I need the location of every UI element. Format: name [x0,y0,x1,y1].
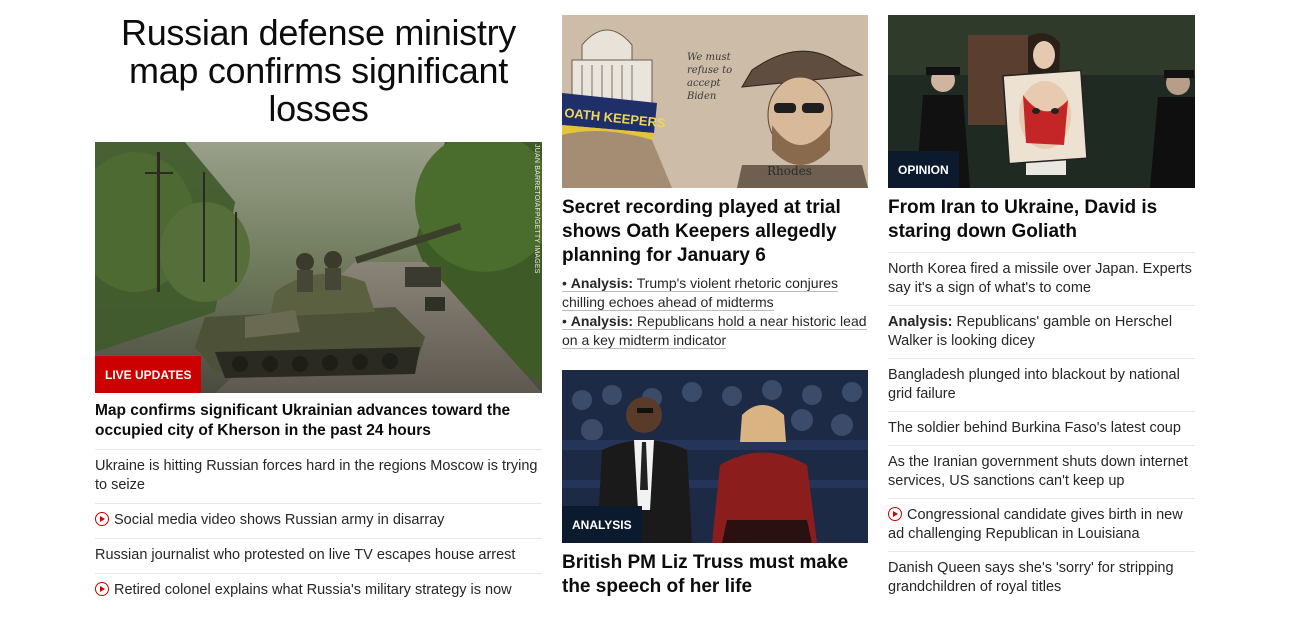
list-item[interactable]: Retired colonel explains what Russia's m… [95,574,542,608]
list-item[interactable]: As the Iranian government shuts down int… [888,446,1195,499]
list-item[interactable]: Social media video shows Russian army in… [95,504,542,539]
list-item-text: Danish Queen says she's 'sorry' for stri… [888,560,1174,595]
oath-keepers-headline[interactable]: Secret recording played at trial shows O… [562,196,868,268]
opinion-badge[interactable]: OPINION [888,151,959,188]
play-video-icon [95,512,109,526]
middle-column: OATH KEEPERS We must refuse to accept Biden… [562,15,868,599]
lead-headline-link[interactable]: Map confirms significant Ukrainian advan… [95,401,542,450]
list-item[interactable]: North Korea fired a missile over Japan. … [888,253,1195,306]
hero-image-tank[interactable]: JUAN BARRETO/AFP/GETTY IMAGES LIVE UPDAT… [95,142,542,393]
list-item[interactable]: Congressional candidate gives birth in n… [888,499,1195,552]
right-links-list: North Korea fired a missile over Japan. … [888,253,1195,604]
list-item-text: Congressional candidate gives birth in n… [888,507,1183,542]
list-item[interactable]: The soldier behind Burkina Faso's latest… [888,412,1195,446]
list-item[interactable]: Russian journalist who protested on live… [95,539,542,574]
sketch-illustration: OATH KEEPERS We must refuse to accept Biden… [562,15,868,188]
list-item-text: Social media video shows Russian army in… [114,512,445,528]
iran-ukraine-headline[interactable]: From Iran to Ukraine, David is staring d… [888,196,1195,253]
sketch-name-text: Rhodes [767,164,812,178]
list-item-text: As the Iranian government shuts down int… [888,454,1188,489]
protest-image[interactable]: OPINION [888,15,1195,188]
conference-audience-image[interactable]: ANALYSIS [562,370,868,543]
analysis-label: Analysis: [570,275,634,291]
main-story-column: Russian defense ministry map confirms si… [95,14,542,608]
analysis-label: Analysis: [888,314,953,330]
list-item-text: Retired colonel explains what Russia's m… [114,582,512,598]
courtroom-sketch-image[interactable]: OATH KEEPERS We must refuse to accept Biden… [562,15,868,188]
list-item-text: Bangladesh plunged into blackout by nati… [888,367,1180,402]
list-item-text: Russian journalist who protested on live… [95,547,516,563]
hero-headline[interactable]: Russian defense ministry map confirms si… [95,14,542,128]
truss-headline[interactable]: British PM Liz Truss must make the speec… [562,551,868,599]
analysis-link[interactable]: • Analysis: Republicans hold a near hist… [562,312,868,350]
list-item[interactable]: Danish Queen says she's 'sorry' for stri… [888,552,1195,604]
list-item-text: North Korea fired a missile over Japan. … [888,261,1192,296]
live-updates-badge[interactable]: LIVE UPDATES [95,356,202,393]
analysis-label: Analysis: [570,313,634,329]
analysis-links: • Analysis: Trump's violent rhetoric con… [562,274,868,350]
related-links-list: Ukraine is hitting Russian forces hard i… [95,450,542,608]
list-item[interactable]: Ukraine is hitting Russian forces hard i… [95,450,542,504]
right-column: OPINION From Iran to Ukraine, David is s… [888,15,1195,604]
list-item[interactable]: Bangladesh plunged into blackout by nati… [888,359,1195,412]
list-item-text: Ukraine is hitting Russian forces hard i… [95,458,538,493]
image-credit: JUAN BARRETO/AFP/GETTY IMAGES [533,144,540,274]
truss-story-card: ANALYSIS British PM Liz Truss must make … [562,370,868,599]
list-item[interactable]: Analysis: Republicans' gamble on Hersche… [888,306,1195,359]
list-item-text: The soldier behind Burkina Faso's latest… [888,420,1181,436]
play-video-icon [95,582,109,596]
analysis-link[interactable]: • Analysis: Trump's violent rhetoric con… [562,274,868,312]
play-video-icon [888,507,902,521]
analysis-badge[interactable]: ANALYSIS [562,506,642,543]
